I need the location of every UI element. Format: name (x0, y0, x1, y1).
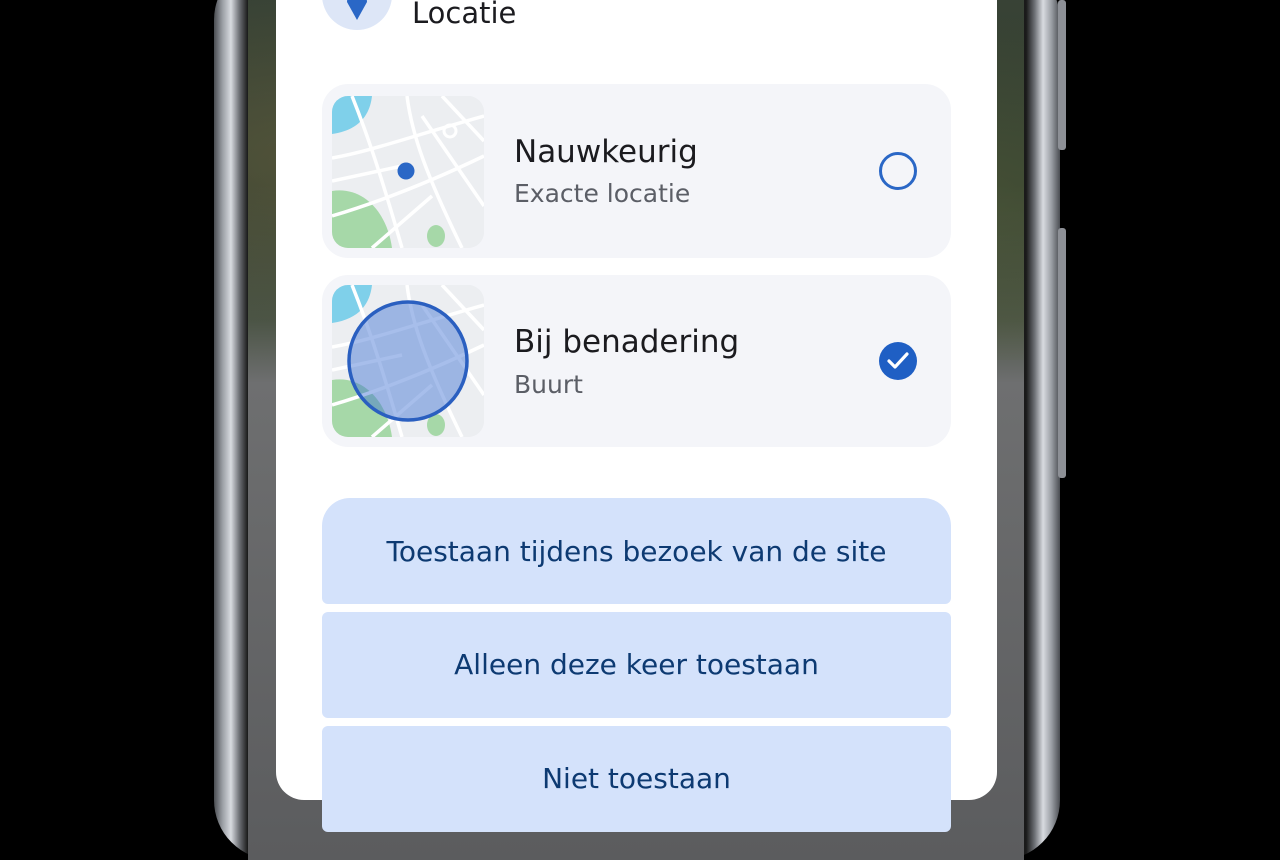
option-precise-location[interactable]: Nauwkeurig Exacte locatie (322, 84, 951, 258)
precise-location-map-icon (332, 96, 484, 248)
allow-while-visiting-button[interactable]: Toestaan tijdens bezoek van de site (322, 498, 951, 604)
deny-button[interactable]: Niet toestaan (322, 726, 951, 832)
checkmark-selected-icon[interactable] (879, 342, 917, 380)
option-precise-title: Nauwkeurig (514, 134, 698, 170)
option-approximate-title: Bij benadering (514, 324, 740, 360)
allow-once-button[interactable]: Alleen deze keer toestaan (322, 612, 951, 718)
radio-unselected-icon[interactable] (879, 152, 917, 190)
phone-side-button-volume (1058, 228, 1066, 478)
dialog-title: Locatie (412, 0, 517, 30)
approximate-location-map-icon (332, 285, 484, 437)
option-approximate-location[interactable]: Bij benadering Buurt (322, 275, 951, 447)
option-approximate-subtitle: Buurt (514, 370, 583, 399)
phone-side-button-top (1058, 0, 1066, 150)
option-precise-subtitle: Exacte locatie (514, 179, 691, 208)
